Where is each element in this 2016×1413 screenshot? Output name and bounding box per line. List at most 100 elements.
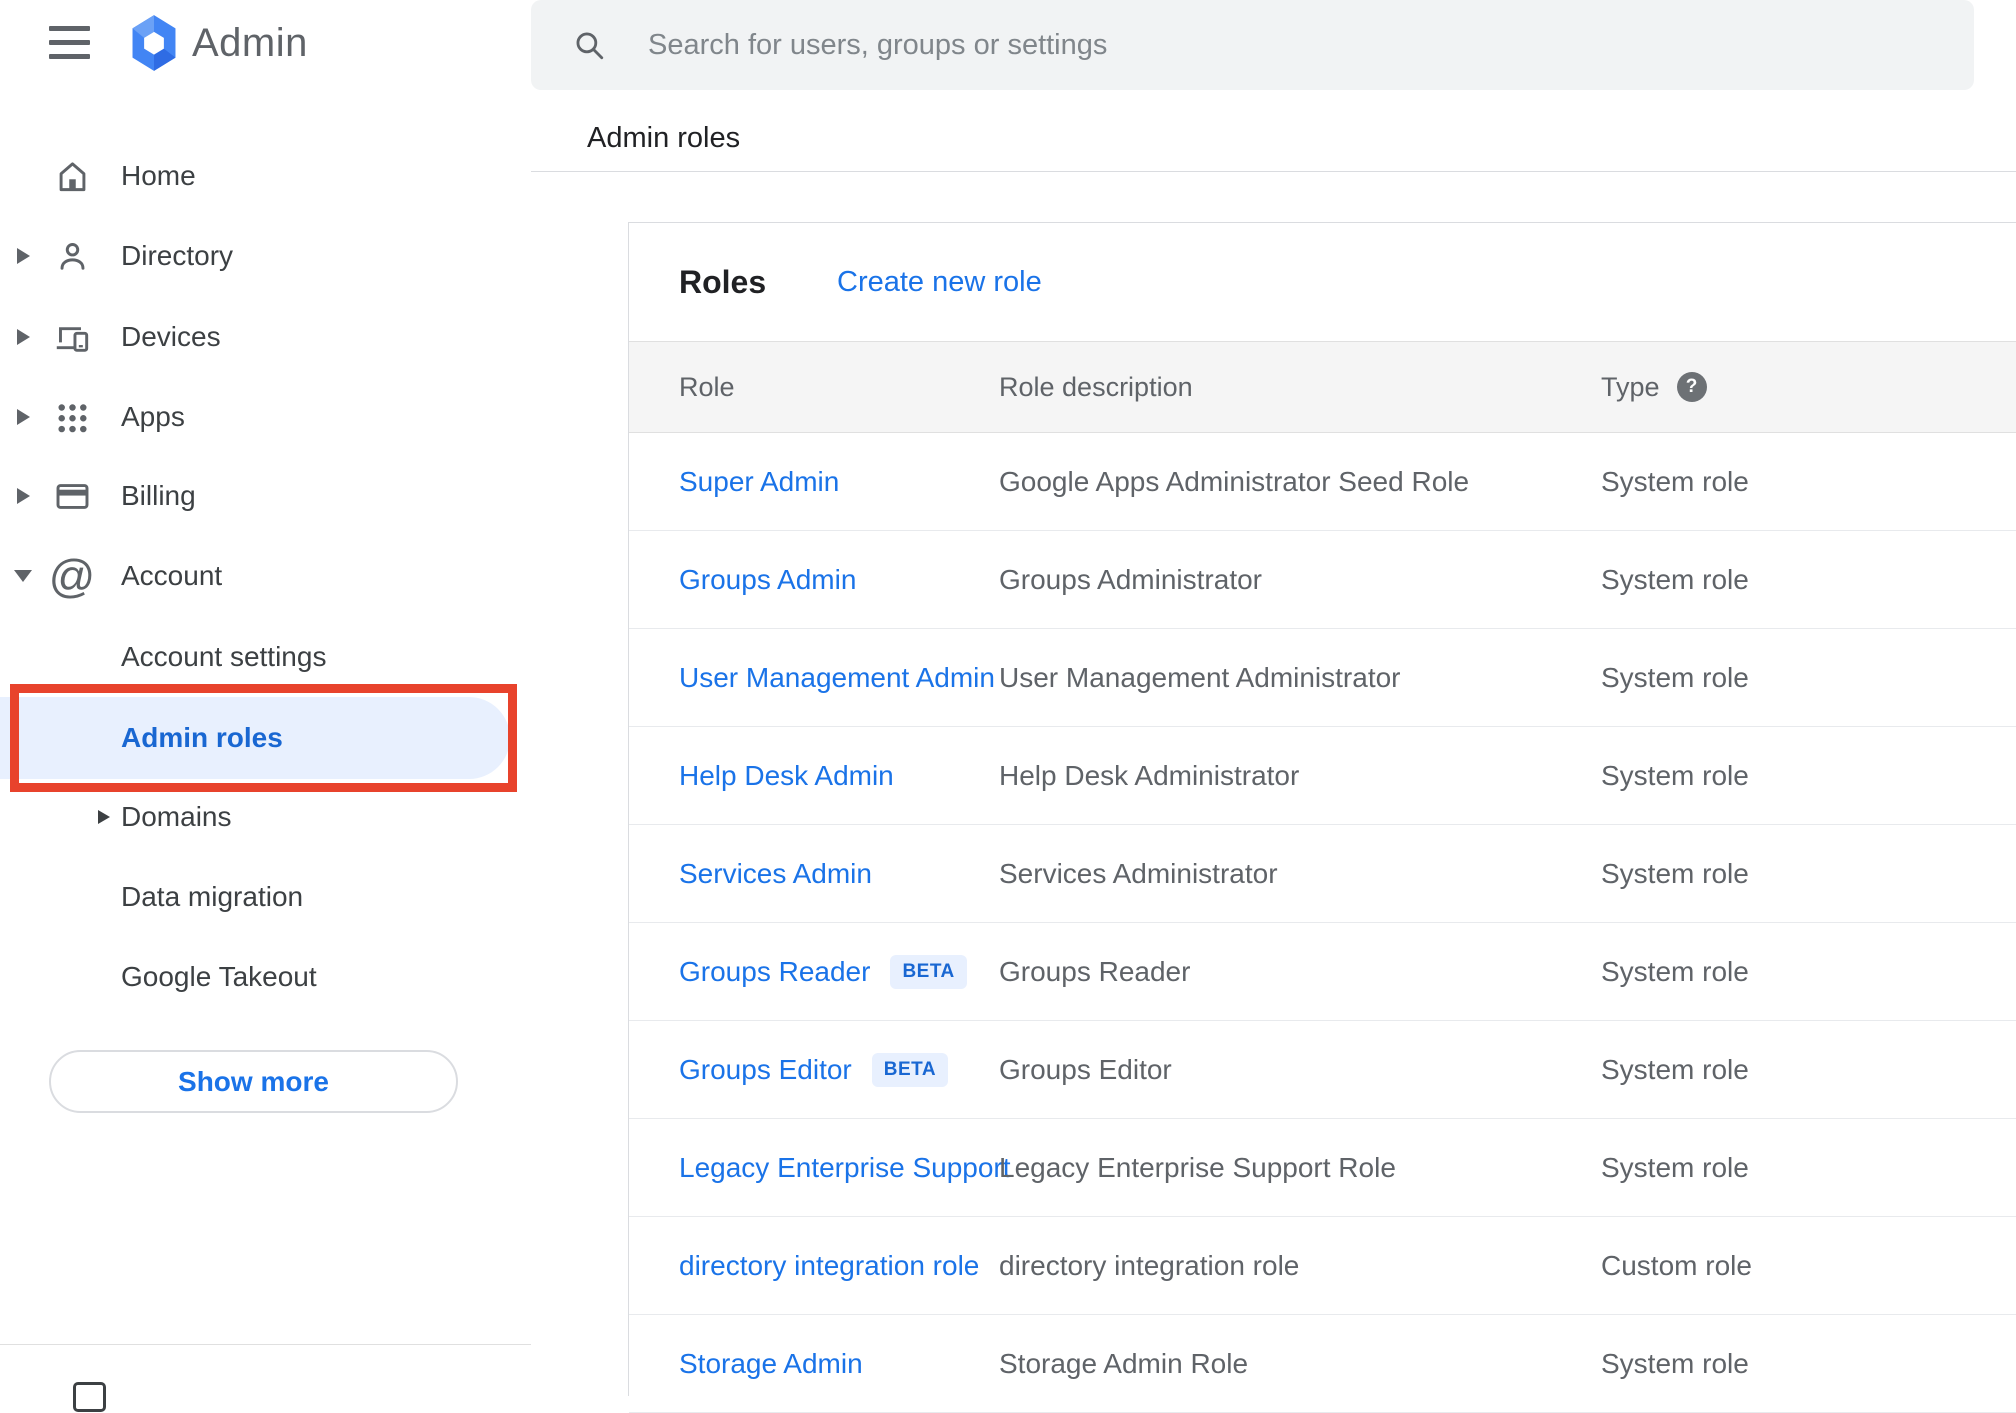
role-link[interactable]: Legacy Enterprise Support bbox=[679, 1152, 1011, 1184]
role-description: Groups Editor bbox=[999, 1053, 1172, 1085]
sidebar-item-label: Admin roles bbox=[121, 722, 283, 753]
sidebar-item-domains[interactable]: Domains bbox=[0, 777, 531, 857]
sidebar-item-account[interactable]: @ Account bbox=[0, 536, 531, 616]
table-header-row: Role Role description Type ? bbox=[629, 341, 2016, 433]
role-type: System role bbox=[1601, 563, 1749, 595]
role-link[interactable]: Groups Editor bbox=[679, 1054, 852, 1086]
role-type: System role bbox=[1601, 1053, 1749, 1085]
sidebar-item-label: Google Takeout bbox=[121, 961, 317, 992]
search-icon bbox=[576, 32, 604, 60]
type-label: Type bbox=[1601, 371, 1660, 402]
table-row: Groups Admin Groups Administrator System r… bbox=[629, 531, 2016, 629]
role-link[interactable]: Storage Admin bbox=[679, 1348, 863, 1380]
role-link[interactable]: User Management Admin bbox=[679, 662, 995, 694]
sidebar-item-label: Devices bbox=[121, 321, 221, 352]
hamburger-menu-icon[interactable] bbox=[49, 26, 90, 59]
role-description: Help Desk Administrator bbox=[999, 759, 1300, 791]
sidebar-item-home[interactable]: Home bbox=[0, 136, 531, 216]
table-row: Storage Admin Storage Admin Role System ro… bbox=[629, 1315, 2016, 1413]
sidebar-item-label: Account bbox=[121, 560, 223, 591]
table-row: Legacy Enterprise Support Legacy Enterpri… bbox=[629, 1119, 2016, 1217]
column-header-description: Role description bbox=[999, 371, 1193, 402]
admin-console-page: { "app": { "logo_text": "Admin" }, "topb… bbox=[0, 0, 2016, 1413]
expand-arrow-icon[interactable] bbox=[17, 329, 30, 345]
show-more-button[interactable]: Show more bbox=[49, 1050, 458, 1113]
app-title: Admin bbox=[192, 21, 308, 65]
sidebar-item-admin-roles[interactable]: Admin roles bbox=[0, 697, 510, 779]
role-link[interactable]: Super Admin bbox=[679, 466, 839, 498]
expand-arrow-icon[interactable] bbox=[17, 488, 30, 504]
sidebar-item-devices[interactable]: Devices bbox=[0, 297, 531, 377]
roles-table-body: Super Admin Google Apps Administrator See… bbox=[629, 433, 2016, 1413]
table-row: Help Desk Admin Help Desk Administrator Sy… bbox=[629, 727, 2016, 825]
role-type: System role bbox=[1601, 465, 1749, 497]
role-type: System role bbox=[1601, 1151, 1749, 1183]
search-input[interactable]: Search for users, groups or settings bbox=[648, 29, 1107, 62]
devices-icon bbox=[52, 317, 92, 357]
table-row: User Management Admin User Management Adm… bbox=[629, 629, 2016, 727]
column-header-type: Type ? bbox=[1601, 372, 2016, 403]
sidebar-item-data-migration[interactable]: Data migration bbox=[0, 857, 531, 937]
role-description: directory integration role bbox=[999, 1249, 1300, 1281]
sidebar: Admin Home Directory Devices Apps Billin… bbox=[0, 0, 531, 1412]
table-row: Groups Editor BETA Groups Editor System rol… bbox=[629, 1021, 2016, 1119]
role-type: System role bbox=[1601, 1347, 1749, 1379]
beta-badge: BETA bbox=[890, 954, 967, 989]
sidebar-item-label: Domains bbox=[121, 801, 232, 832]
role-description: Google Apps Administrator Seed Role bbox=[999, 465, 1470, 497]
sidebar-divider bbox=[0, 1344, 531, 1345]
role-link[interactable]: Services Admin bbox=[679, 858, 872, 890]
person-icon bbox=[52, 236, 92, 276]
sidebar-item-apps[interactable]: Apps bbox=[0, 377, 531, 457]
sidebar-item-account-settings[interactable]: Account settings bbox=[0, 617, 531, 697]
role-type: System role bbox=[1601, 759, 1749, 791]
role-link[interactable]: Help Desk Admin bbox=[679, 760, 894, 792]
at-sign-icon: @ bbox=[48, 550, 96, 602]
role-description: Groups Reader bbox=[999, 955, 1191, 987]
role-description: Groups Administrator bbox=[999, 563, 1262, 595]
expand-arrow-icon[interactable] bbox=[98, 810, 110, 824]
beta-badge: BETA bbox=[871, 1052, 949, 1087]
create-new-role-link[interactable]: Create new role bbox=[837, 266, 1042, 299]
column-header-role: Role bbox=[679, 371, 735, 402]
home-icon bbox=[52, 156, 92, 196]
role-description: Storage Admin Role bbox=[999, 1347, 1249, 1379]
role-link[interactable]: Groups Admin bbox=[679, 564, 856, 596]
admin-logo-icon bbox=[132, 15, 176, 71]
table-row: Groups Reader BETA Groups Reader System rol… bbox=[629, 923, 2016, 1021]
sidebar-item-google-takeout[interactable]: Google Takeout bbox=[0, 937, 531, 1017]
role-type: Custom role bbox=[1601, 1249, 1752, 1281]
role-type: System role bbox=[1601, 661, 1749, 693]
collapse-arrow-icon[interactable] bbox=[14, 570, 32, 582]
divider bbox=[531, 171, 2016, 172]
role-link[interactable]: Groups Reader bbox=[679, 956, 870, 988]
expand-arrow-icon[interactable] bbox=[17, 248, 30, 264]
sidebar-item-label: Data migration bbox=[121, 881, 304, 912]
role-description: Legacy Enterprise Support Role bbox=[999, 1151, 1396, 1183]
roles-card: Roles Create new role Role Role descript… bbox=[628, 222, 2016, 1413]
role-description: User Management Administrator bbox=[999, 661, 1401, 693]
help-icon[interactable]: ? bbox=[1676, 372, 1707, 402]
table-row: Super Admin Google Apps Administrator See… bbox=[629, 433, 2016, 531]
role-type: System role bbox=[1601, 955, 1749, 987]
sidebar-item-billing[interactable]: Billing bbox=[0, 456, 531, 536]
sidebar-item-directory[interactable]: Directory bbox=[0, 216, 531, 296]
page-title: Admin roles bbox=[587, 122, 741, 154]
table-row: Services Admin Services Administrator Syst… bbox=[629, 825, 2016, 923]
role-description: Services Administrator bbox=[999, 857, 1278, 889]
sidebar-item-label: Directory bbox=[121, 240, 234, 271]
sidebar-item-label: Home bbox=[121, 160, 196, 191]
sidebar-item-label: Apps bbox=[121, 401, 185, 432]
search-bar[interactable]: Search for users, groups or settings bbox=[531, 0, 1974, 90]
role-link[interactable]: directory integration role bbox=[679, 1250, 979, 1282]
apps-grid-icon bbox=[52, 397, 92, 437]
table-row: directory integration role directory inte… bbox=[629, 1217, 2016, 1315]
role-type: System role bbox=[1601, 857, 1749, 889]
sidebar-item-label: Account settings bbox=[121, 641, 327, 672]
roles-card-header: Roles Create new role bbox=[629, 223, 2016, 341]
sidebar-item-label: Billing bbox=[121, 480, 196, 511]
roles-title: Roles bbox=[679, 263, 767, 300]
expand-arrow-icon[interactable] bbox=[17, 409, 30, 425]
clipped-menu-icon bbox=[73, 1382, 106, 1412]
credit-card-icon bbox=[52, 476, 92, 516]
